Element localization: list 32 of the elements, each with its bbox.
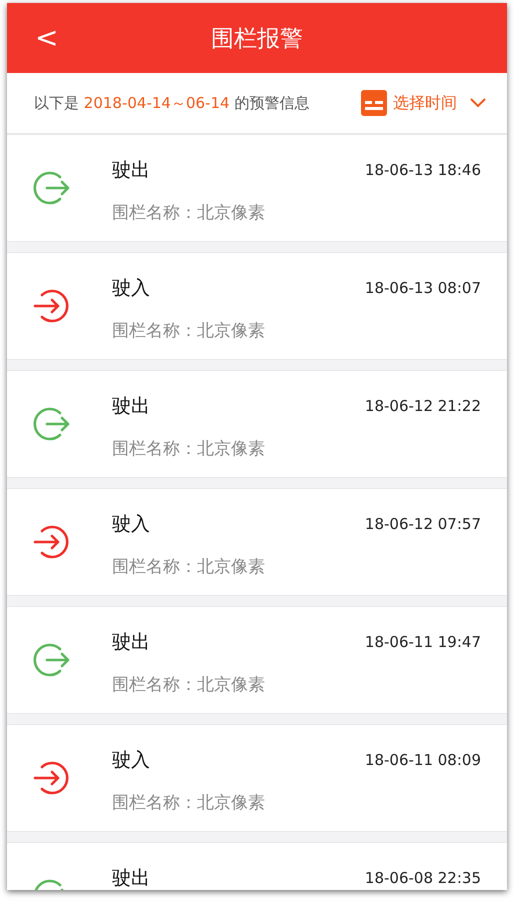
alert-title: 驶入 [112,512,150,537]
fence-name: 围栏名称：北京像素 [112,438,266,460]
alert-title: 驶出 [112,158,150,183]
alert-time: 18-06-13 18:46 [364,161,481,179]
alert-row[interactable]: 驶入 18-06-11 08:09 围栏名称：北京像素 [7,724,507,832]
back-button[interactable]: < [27,21,66,55]
calendar-icon [361,90,387,116]
page-title: 围栏报警 [211,24,303,54]
alert-row[interactable]: 驶出 18-06-08 22:35 [7,842,507,890]
alert-time: 18-06-12 21:22 [364,397,481,415]
alert-row[interactable]: 驶入 18-06-13 08:07 围栏名称：北京像素 [7,252,507,360]
alert-time: 18-06-08 22:35 [364,869,481,887]
alert-time: 18-06-11 19:47 [364,633,481,651]
fence-name: 围栏名称：北京像素 [112,792,266,814]
alert-title: 驶入 [112,276,150,301]
chevron-down-icon [469,97,487,109]
alert-row[interactable]: 驶入 18-06-12 07:57 围栏名称：北京像素 [7,488,507,596]
fence-name: 围栏名称：北京像素 [112,320,266,342]
alert-title: 驶入 [112,748,150,773]
date-range-text: 以下是 2018-04-14～06-14 的预警信息 [34,94,310,112]
alert-row[interactable]: 驶出 18-06-11 19:47 围栏名称：北京像素 [7,606,507,714]
fence-name: 围栏名称：北京像素 [112,674,266,696]
alert-title: 驶出 [112,866,150,890]
alert-time: 18-06-11 08:09 [364,751,481,769]
alert-time: 18-06-12 07:57 [364,515,481,533]
alert-row[interactable]: 驶出 18-06-13 18:46 围栏名称：北京像素 [7,134,507,242]
alert-title: 驶出 [112,630,150,655]
alert-time: 18-06-13 08:07 [364,279,481,297]
fence-name: 围栏名称：北京像素 [112,202,266,224]
fence-name: 围栏名称：北京像素 [112,556,266,578]
alert-title: 驶出 [112,394,150,419]
alert-row[interactable]: 驶出 18-06-12 21:22 围栏名称：北京像素 [7,370,507,478]
